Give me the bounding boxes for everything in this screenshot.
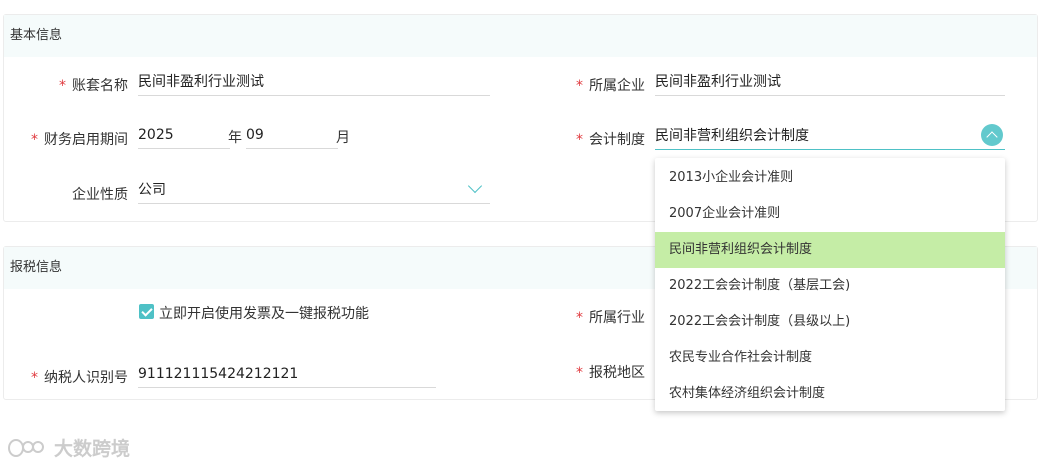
month-unit: 月 bbox=[336, 130, 350, 146]
company-label: * 所属企业 bbox=[560, 75, 645, 95]
account-name-input[interactable]: 民间非盈利行业测试 bbox=[138, 70, 490, 96]
account-name-label-text: 账套名称 bbox=[72, 78, 128, 94]
dropdown-option[interactable]: 2007企业会计准则 bbox=[655, 196, 1005, 232]
basic-info-header: 基本信息 bbox=[4, 15, 1037, 57]
checkbox-checked-icon[interactable] bbox=[139, 304, 154, 319]
year-unit: 年 bbox=[228, 130, 242, 146]
region-label: * 报税地区 bbox=[560, 362, 645, 382]
enterprise-type-label-text: 企业性质 bbox=[72, 187, 128, 203]
taxpayer-id-label-text: 纳税人识别号 bbox=[44, 370, 128, 386]
period-month-input[interactable]: 09 bbox=[246, 123, 338, 149]
period-label-text: 财务启用期间 bbox=[44, 132, 128, 148]
period-year-input[interactable]: 2025 bbox=[138, 123, 230, 149]
dropdown-option-selected[interactable]: 民间非营利组织会计制度 bbox=[655, 232, 1005, 268]
required-mark: * bbox=[576, 365, 583, 381]
required-mark: * bbox=[59, 78, 66, 94]
dropdown-option[interactable]: 农民专业合作社会计制度 bbox=[655, 340, 1005, 376]
dropdown-option[interactable]: 2013小企业会计准则 bbox=[655, 160, 1005, 196]
accounting-system-dropdown: 2013小企业会计准则 2007企业会计准则 民间非营利组织会计制度 2022工… bbox=[655, 158, 1005, 411]
chevron-up-icon[interactable] bbox=[981, 124, 1003, 146]
enterprise-type-label: 企业性质 bbox=[40, 184, 128, 204]
accounting-system-label-text: 会计制度 bbox=[589, 132, 645, 148]
dropdown-option[interactable]: 2022工会会计制度（基层工会) bbox=[655, 268, 1005, 304]
accounting-system-select[interactable]: 民间非营利组织会计制度 bbox=[655, 124, 1005, 150]
dropdown-option[interactable]: 2022工会会计制度（县级以上) bbox=[655, 304, 1005, 340]
required-mark: * bbox=[576, 132, 583, 148]
required-mark: * bbox=[576, 310, 583, 326]
taxpayer-id-label: * 纳税人识别号 bbox=[20, 367, 128, 387]
period-label: * 财务启用期间 bbox=[20, 129, 128, 149]
enable-invoice-label[interactable]: 立即开启使用发票及一键报税功能 bbox=[159, 303, 369, 323]
company-label-text: 所属企业 bbox=[589, 78, 645, 94]
watermark-logo-icon bbox=[8, 437, 48, 459]
watermark: 大数跨境 bbox=[8, 434, 130, 461]
dropdown-option[interactable]: 农村集体经济组织会计制度 bbox=[655, 376, 1005, 412]
watermark-text: 大数跨境 bbox=[54, 438, 131, 460]
required-mark: * bbox=[31, 132, 38, 148]
accounting-system-label: * 会计制度 bbox=[560, 129, 645, 149]
region-label-text: 报税地区 bbox=[589, 365, 645, 381]
required-mark: * bbox=[576, 78, 583, 94]
industry-label: * 所属行业 bbox=[560, 307, 645, 327]
account-name-label: * 账套名称 bbox=[40, 75, 128, 95]
required-mark: * bbox=[31, 370, 38, 386]
accounting-system-value: 民间非营利组织会计制度 bbox=[655, 128, 809, 144]
taxpayer-id-input[interactable]: 911121115424212121 bbox=[138, 362, 436, 388]
company-input[interactable]: 民间非盈利行业测试 bbox=[655, 70, 1005, 96]
enterprise-type-select[interactable]: 公司 bbox=[138, 178, 490, 204]
industry-label-text: 所属行业 bbox=[589, 310, 645, 326]
